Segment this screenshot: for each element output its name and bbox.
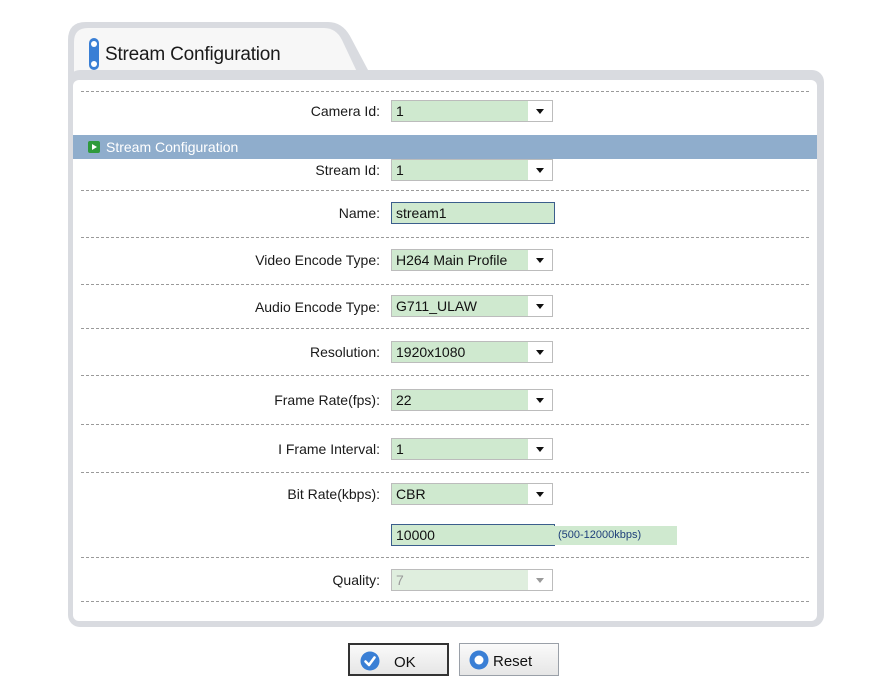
video-encode-label: Video Encode Type: [255, 252, 380, 268]
divider [81, 557, 809, 558]
page-title: Stream Configuration [105, 44, 281, 65]
chevron-down-icon[interactable] [528, 160, 552, 180]
reset-button-label: Reset [493, 653, 533, 670]
chevron-down-icon[interactable] [528, 439, 552, 459]
ring-icon [469, 650, 489, 674]
bit-rate-label: Bit Rate(kbps): [287, 486, 380, 502]
capsule-icon [88, 37, 100, 71]
divider [81, 375, 809, 376]
i-frame-interval-value: 1 [396, 441, 404, 457]
video-encode-value: H264 Main Profile [396, 252, 508, 268]
chevron-down-icon[interactable] [528, 250, 552, 270]
expand-arrow-icon[interactable] [88, 141, 100, 153]
divider [81, 472, 809, 473]
frame-rate-value: 22 [396, 392, 412, 408]
ok-button-label: OK [394, 654, 416, 671]
chevron-down-icon[interactable] [528, 570, 552, 590]
quality-select[interactable]: 7 [391, 569, 553, 591]
config-form: Camera Id: 1 Stream Configuration Stream… [73, 80, 817, 621]
chevron-down-icon[interactable] [528, 101, 552, 121]
stream-id-select[interactable]: 1 [391, 159, 553, 181]
divider [81, 190, 809, 191]
camera-id-value: 1 [396, 103, 404, 119]
section-header: Stream Configuration [73, 135, 817, 159]
ok-button[interactable]: OK [348, 643, 449, 676]
divider [81, 328, 809, 329]
chevron-down-icon[interactable] [528, 390, 552, 410]
audio-encode-label: Audio Encode Type: [254, 299, 380, 315]
audio-encode-select[interactable]: G711_ULAW [391, 295, 553, 317]
i-frame-interval-label: I Frame Interval: [278, 441, 380, 457]
camera-id-select[interactable]: 1 [391, 100, 553, 122]
bit-rate-mode-select[interactable]: CBR [391, 483, 553, 505]
divider [81, 601, 809, 602]
resolution-select[interactable]: 1920x1080 [391, 341, 553, 363]
camera-id-label: Camera Id: [310, 103, 380, 119]
frame-rate-label: Frame Rate(fps): [274, 392, 380, 408]
chevron-down-icon[interactable] [528, 484, 552, 504]
divider [81, 237, 809, 238]
stream-id-value: 1 [396, 162, 404, 178]
reset-button[interactable]: Reset [459, 643, 559, 676]
bit-rate-input[interactable]: 10000 [391, 524, 555, 546]
resolution-label: Resolution: [309, 344, 380, 360]
video-encode-select[interactable]: H264 Main Profile [391, 249, 553, 271]
bit-rate-mode-value: CBR [396, 486, 426, 502]
resolution-value: 1920x1080 [396, 344, 466, 360]
stream-id-label: Stream Id: [315, 162, 380, 178]
divider [81, 284, 809, 285]
i-frame-interval-select[interactable]: 1 [391, 438, 553, 460]
divider [81, 424, 809, 425]
section-title: Stream Configuration [106, 139, 239, 155]
frame-rate-select[interactable]: 22 [391, 389, 553, 411]
config-panel: Camera Id: 1 Stream Configuration Stream… [68, 70, 824, 627]
name-input[interactable]: stream1 [391, 202, 555, 224]
name-label: Name: [338, 205, 380, 221]
quality-label: Quality: [332, 572, 380, 588]
bit-rate-range-hint: (500-12000kbps) [553, 526, 677, 545]
chevron-down-icon[interactable] [528, 296, 552, 316]
audio-encode-value: G711_ULAW [396, 298, 477, 314]
divider [81, 91, 809, 92]
check-circle-icon [360, 651, 380, 675]
quality-value: 7 [396, 572, 404, 588]
chevron-down-icon[interactable] [528, 342, 552, 362]
